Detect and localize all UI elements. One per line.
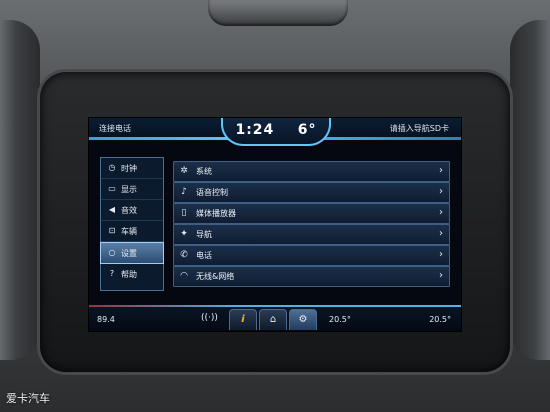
infotainment-screen: 连接电话 请插入导航SD卡 1:24 6° ◷ 时钟 ▭ 显示 ◀ 音效 ⊡ 车… xyxy=(88,117,462,332)
sidebar-item-help[interactable]: ? 帮助 xyxy=(101,264,163,284)
navigation-icon: ✦ xyxy=(180,229,188,239)
help-icon: ? xyxy=(109,269,115,278)
settings-sidebar: ◷ 时钟 ▭ 显示 ◀ 音效 ⊡ 车辆 ○ 设置 ? 帮助 xyxy=(100,157,164,291)
outside-temperature: 6° xyxy=(297,122,317,138)
wifi-icon: ◠ xyxy=(180,271,188,281)
sidebar-item-label: 帮助 xyxy=(121,270,137,279)
menu-item-voice-control[interactable]: ♪ 语音控制 › xyxy=(173,182,450,203)
car-icon: ⊡ xyxy=(108,226,116,235)
nav-sd-status: 请插入导航SD卡 xyxy=(389,124,449,133)
menu-item-label: 电话 xyxy=(196,251,212,260)
right-air-vent xyxy=(510,20,550,360)
sidebar-item-label: 时钟 xyxy=(121,164,137,173)
sidebar-item-label: 车辆 xyxy=(121,227,137,236)
menu-item-label: 导航 xyxy=(196,230,212,239)
menu-item-system[interactable]: ✲ 系统 › xyxy=(173,161,450,182)
chevron-right-icon: › xyxy=(439,249,443,260)
media-player-icon: ▯ xyxy=(181,208,187,218)
settings-menu: ✲ 系统 › ♪ 语音控制 › ▯ 媒体播放器 › ✦ 导航 › ✆ 电话 › … xyxy=(173,161,450,289)
sidebar-item-vehicle[interactable]: ⊡ 车辆 xyxy=(101,221,163,242)
dashboard: 连接电话 请插入导航SD卡 1:24 6° ◷ 时钟 ▭ 显示 ◀ 音效 ⊡ 车… xyxy=(0,0,550,412)
clock-readout: 1:24 6° xyxy=(223,122,329,138)
display-icon: ▭ xyxy=(108,184,116,193)
chevron-right-icon: › xyxy=(439,207,443,218)
chevron-right-icon: › xyxy=(439,228,443,239)
menu-item-wireless-network[interactable]: ◠ 无线&网络 › xyxy=(173,266,450,287)
menu-item-label: 系统 xyxy=(196,167,212,176)
menu-item-phone[interactable]: ✆ 电话 › xyxy=(173,245,450,266)
speaker-icon: ◀ xyxy=(108,205,116,214)
sidebar-item-settings[interactable]: ○ 设置 xyxy=(100,242,164,264)
chevron-right-icon: › xyxy=(439,165,443,176)
radio-frequency[interactable]: 89.4 xyxy=(97,315,115,324)
info-tab-icon[interactable]: i xyxy=(229,309,257,330)
clock-tab: 1:24 6° xyxy=(221,118,331,146)
hazard-button[interactable] xyxy=(208,0,348,26)
settings-icon: ○ xyxy=(108,248,116,257)
menu-item-media-player[interactable]: ▯ 媒体播放器 › xyxy=(173,203,450,224)
passenger-temperature[interactable]: 20.5° xyxy=(429,315,451,324)
clock-icon: ◷ xyxy=(108,163,116,172)
sidebar-item-label: 音效 xyxy=(121,206,137,215)
menu-item-label: 媒体播放器 xyxy=(196,209,236,218)
home-tab-icon[interactable]: ⌂ xyxy=(259,309,287,330)
time-text: 1:24 xyxy=(235,122,275,138)
menu-item-label: 无线&网络 xyxy=(196,272,235,281)
settings-tab-icon[interactable]: ⚙ xyxy=(289,309,317,330)
menu-item-label: 语音控制 xyxy=(196,188,228,197)
sidebar-item-label: 设置 xyxy=(121,249,137,258)
sidebar-item-label: 显示 xyxy=(121,185,137,194)
bottom-accent-line xyxy=(89,305,461,307)
chevron-right-icon: › xyxy=(439,270,443,281)
left-air-vent xyxy=(0,20,40,360)
sidebar-item-sound[interactable]: ◀ 音效 xyxy=(101,200,163,221)
sidebar-item-clock[interactable]: ◷ 时钟 xyxy=(101,158,163,179)
sidebar-item-display[interactable]: ▭ 显示 xyxy=(101,179,163,200)
wireless-signal-icon: ((·)) xyxy=(201,313,218,323)
phone-status[interactable]: 连接电话 xyxy=(99,123,131,134)
phone-icon: ✆ xyxy=(180,250,188,260)
gear-icon: ✲ xyxy=(180,166,188,176)
bottom-status-bar: 89.4 ((·)) i ⌂ ⚙ 20.5° 20.5° xyxy=(89,305,461,331)
driver-temperature[interactable]: 20.5° xyxy=(329,315,351,324)
watermark: 爱卡汽车 xyxy=(6,392,50,405)
chevron-right-icon: › xyxy=(439,186,443,197)
voice-icon: ♪ xyxy=(181,187,187,197)
menu-item-navigation[interactable]: ✦ 导航 › xyxy=(173,224,450,245)
